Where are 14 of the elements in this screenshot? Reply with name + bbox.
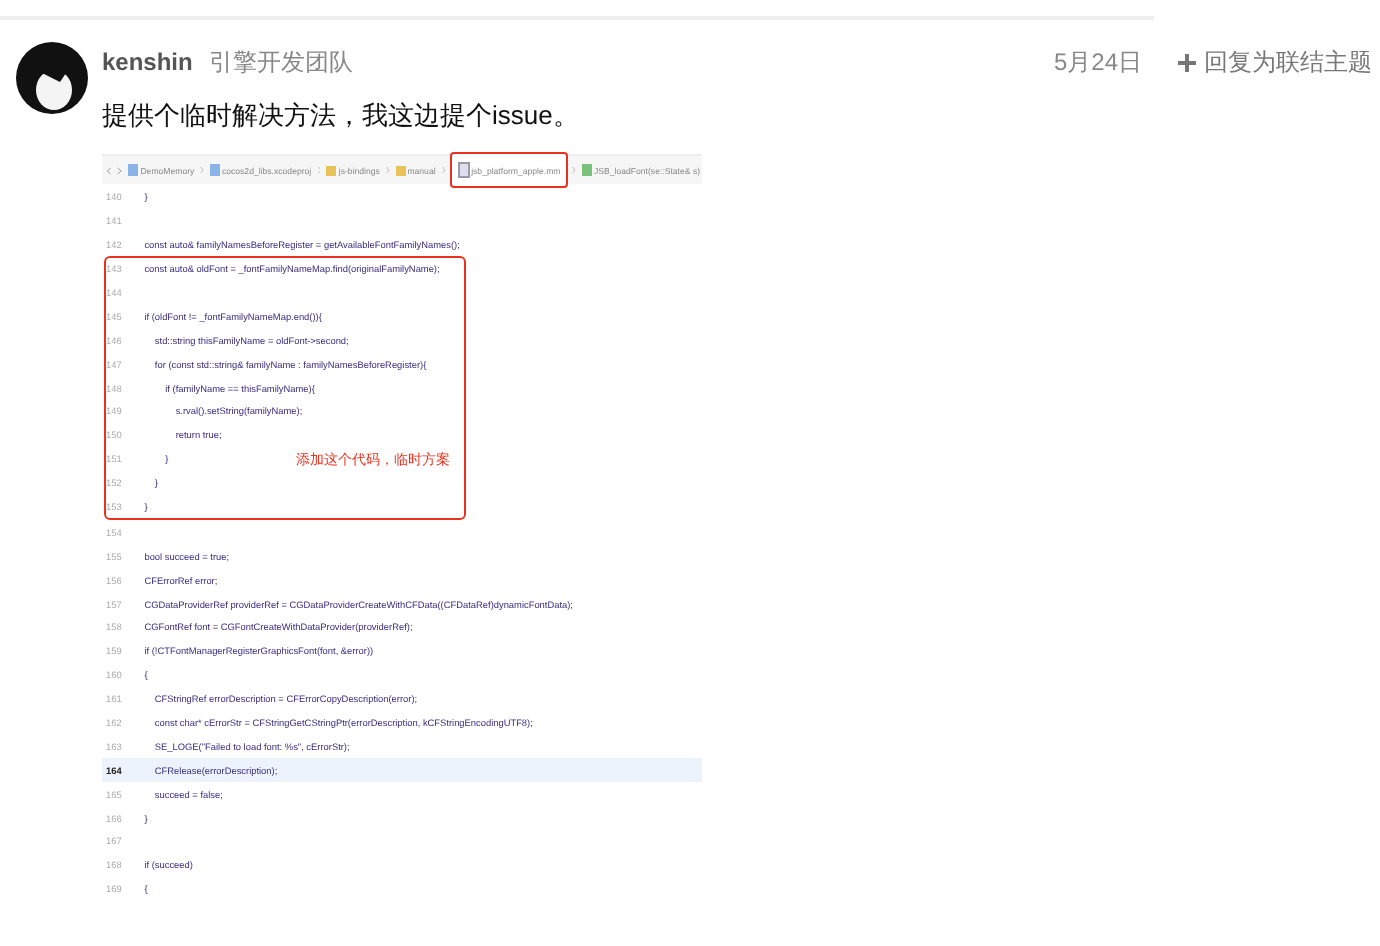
reply-link[interactable]: 回复为联结主题 [1178, 45, 1380, 79]
post-date: 5月24日 [1053, 45, 1142, 79]
file-icon [457, 162, 470, 178]
team-label: 引擎开发团队 [208, 45, 353, 79]
folder-icon [395, 165, 406, 175]
author-name[interactable]: kenshin [102, 48, 193, 76]
post-text: 提供个临时解决方法，我这边提个issue。 [102, 98, 581, 134]
folder-icon [326, 165, 337, 175]
plus-icon [1178, 53, 1196, 71]
project-icon [209, 164, 220, 176]
function-icon [582, 164, 592, 176]
project-icon [128, 164, 139, 176]
avatar-silhouette[interactable] [16, 42, 88, 114]
nav-arrows-icon [106, 163, 123, 177]
